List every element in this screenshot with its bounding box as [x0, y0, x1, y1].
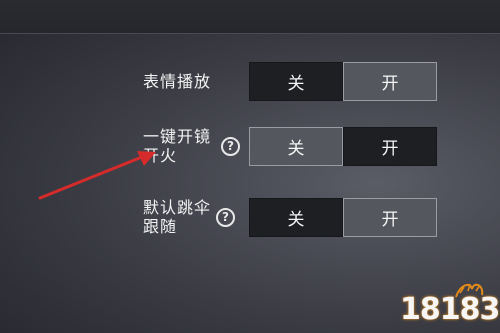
watermark-text: 18183: [400, 292, 500, 327]
setting-label-default-parachute-follow: 默认跳伞 跟随: [143, 198, 211, 236]
watermark-logo: 18183: [400, 275, 500, 327]
setting-label-line2: 开火: [143, 146, 178, 165]
emote-play-on-button[interactable]: 开: [343, 62, 437, 101]
emote-play-toggle: 关 开: [249, 62, 437, 101]
setting-row-one-key-scope-fire: 一键开镜 开火 ? 关 开: [0, 127, 500, 166]
help-icon[interactable]: ?: [221, 137, 240, 156]
setting-label-line1: 表情播放: [143, 72, 212, 91]
help-icon[interactable]: ?: [216, 208, 235, 227]
one-key-scope-fire-off-button[interactable]: 关: [249, 127, 343, 166]
setting-row-default-parachute-follow: 默认跳伞 跟随 ? 关 开: [0, 198, 500, 237]
default-parachute-follow-on-button[interactable]: 开: [343, 198, 437, 237]
setting-label-line2: 跟随: [143, 217, 178, 236]
default-parachute-follow-toggle: 关 开: [249, 198, 437, 237]
setting-label-line1: 默认跳伞: [143, 198, 212, 217]
top-bar: [0, 0, 500, 34]
setting-label-emote-play: 表情播放: [143, 72, 211, 91]
emote-play-off-button[interactable]: 关: [249, 62, 343, 101]
setting-label-one-key-scope-fire: 一键开镜 开火: [143, 127, 211, 165]
default-parachute-follow-off-button[interactable]: 关: [249, 198, 343, 237]
setting-label-line1: 一键开镜: [143, 127, 212, 146]
setting-row-emote-play: 表情播放 关 开: [0, 62, 500, 101]
one-key-scope-fire-on-button[interactable]: 开: [343, 127, 437, 166]
one-key-scope-fire-toggle: 关 开: [249, 127, 437, 166]
